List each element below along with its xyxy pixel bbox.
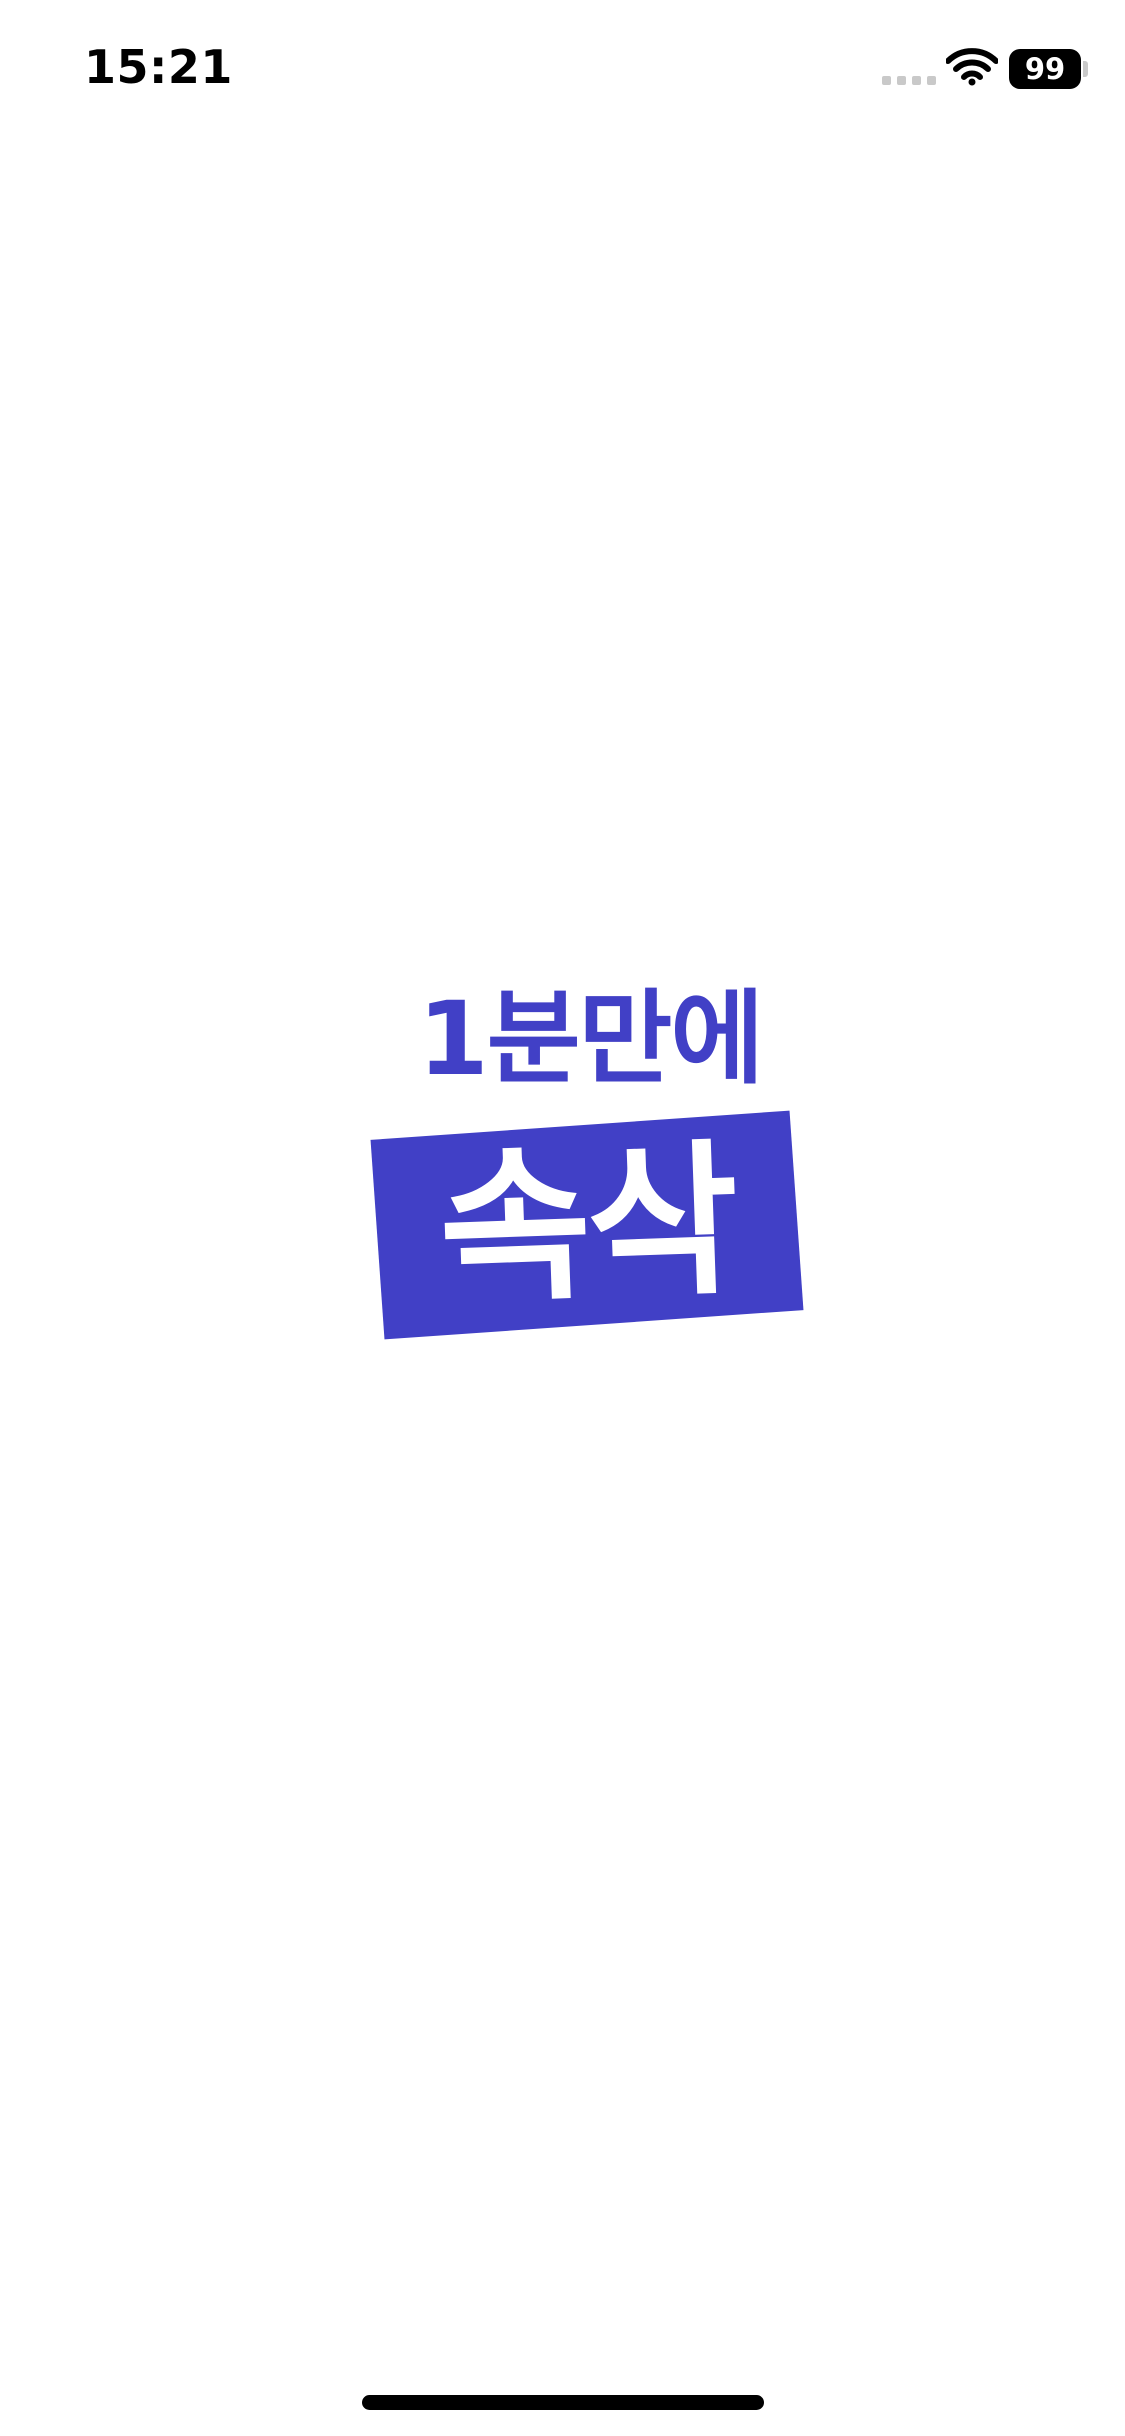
battery-icon: 99 [1009, 49, 1081, 89]
logo-line-1: 1분만에 [417, 980, 765, 1099]
battery-cap [1083, 61, 1088, 77]
logo-line-2: 속삭 [435, 1123, 739, 1327]
home-indicator[interactable] [362, 2395, 764, 2410]
wifi-icon [946, 48, 998, 86]
status-bar: 15:21 99 [0, 0, 1125, 140]
status-time: 15:21 [84, 40, 233, 94]
splash-logo: 1분만에 속삭 [370, 985, 810, 1365]
cellular-signal-icon [882, 76, 936, 85]
